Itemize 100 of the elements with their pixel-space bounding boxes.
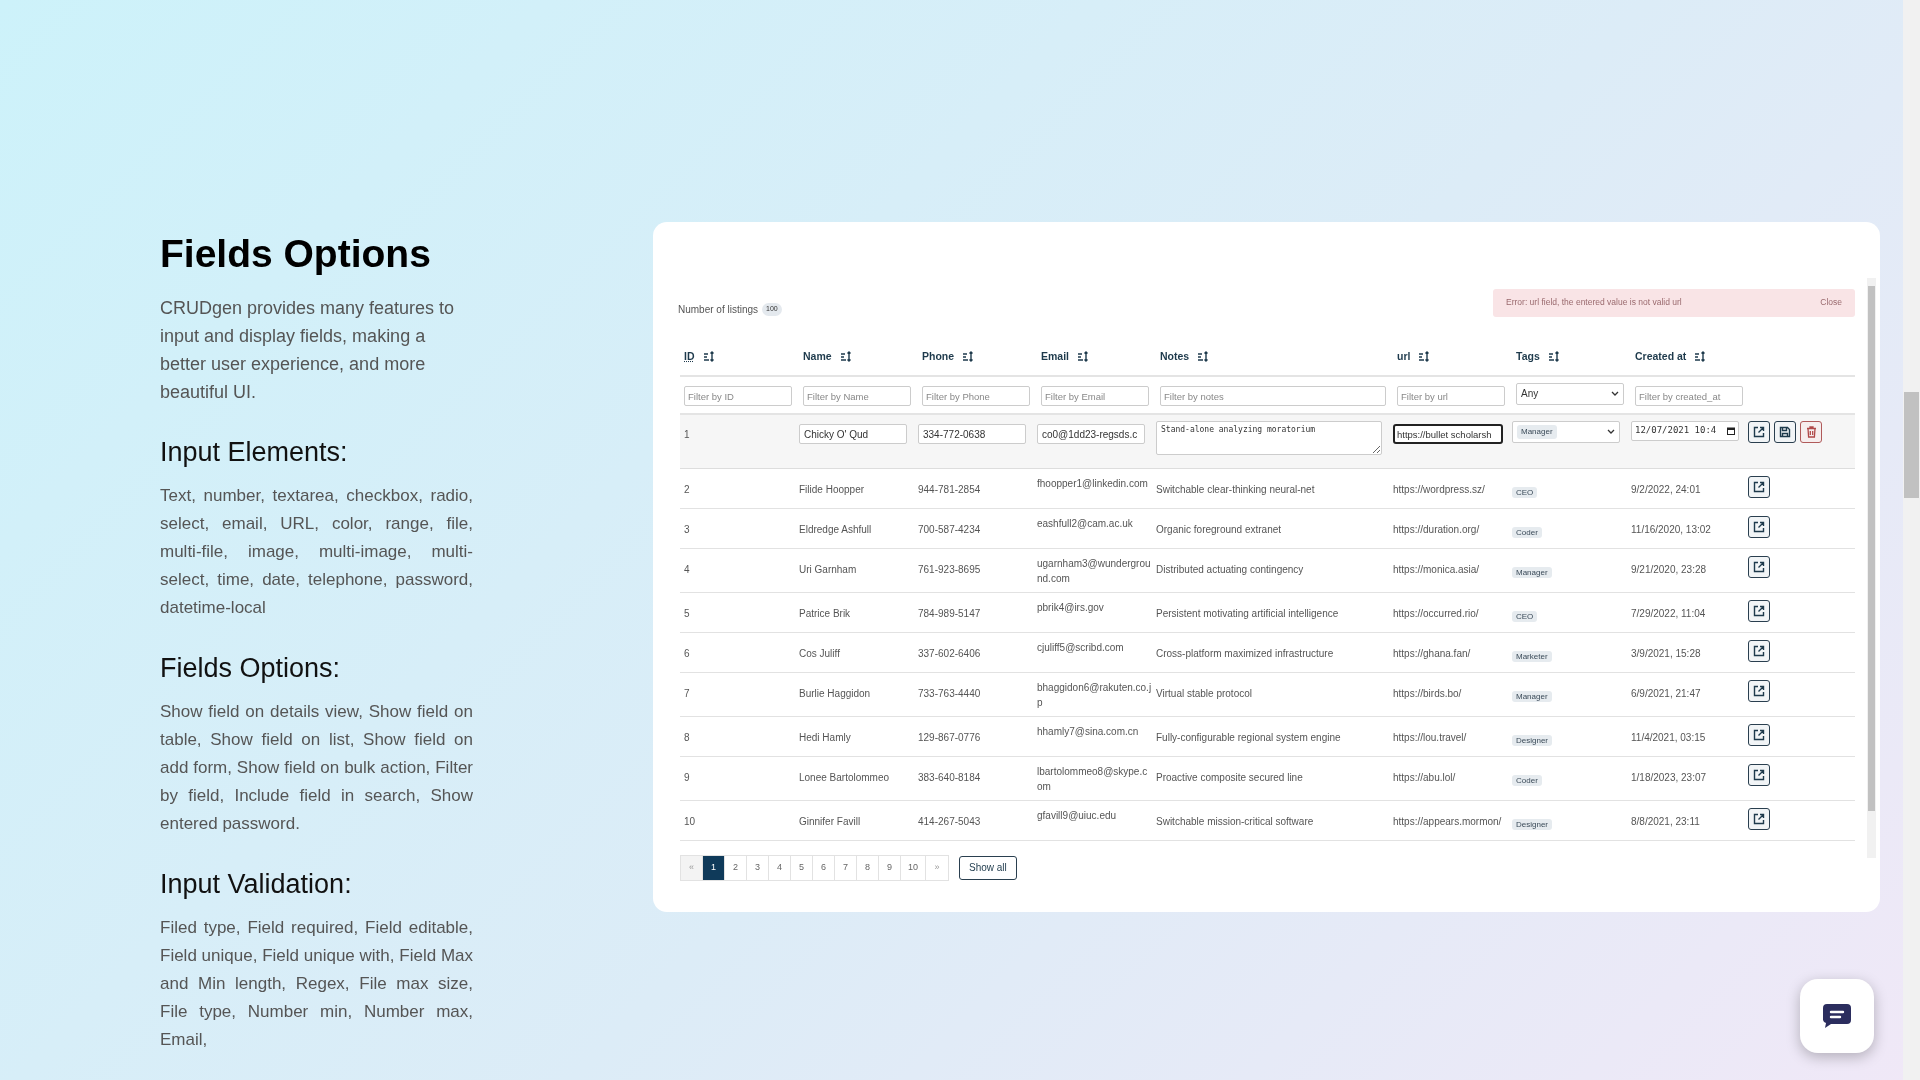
- column-header[interactable]: url: [1397, 349, 1411, 365]
- column-header[interactable]: Notes: [1160, 349, 1190, 365]
- open-button[interactable]: [1748, 475, 1770, 498]
- tags-filter-select[interactable]: Any: [1516, 382, 1624, 405]
- save-button[interactable]: [1774, 420, 1796, 443]
- name-cell: Hedi Hamly: [799, 731, 851, 743]
- email-cell-text: gfavill9@uiuc.edu: [1037, 808, 1118, 823]
- open-button[interactable]: [1748, 763, 1770, 786]
- sort-icon[interactable]: [839, 351, 852, 363]
- delete-button[interactable]: [1800, 420, 1822, 443]
- filter-field[interactable]: Filter by created_at: [1635, 386, 1743, 407]
- notes-cell: Cross-platform maximized infrastructure: [1156, 647, 1334, 659]
- sort-icon[interactable]: [1077, 351, 1089, 363]
- open-button[interactable]: [1748, 723, 1770, 746]
- tag-badge: Manager: [1512, 566, 1552, 578]
- tag-select[interactable]: Manager: [1512, 420, 1620, 443]
- filter-field[interactable]: Filter by Email: [1041, 386, 1149, 407]
- id-cell: 10: [684, 815, 696, 827]
- scrollbar[interactable]: [1867, 278, 1876, 858]
- email-cell-text: hhamly7@sina.com.cn: [1037, 724, 1140, 739]
- date-cell: 8/8/2021, 23:11: [1631, 815, 1700, 827]
- column-header[interactable]: Created at: [1635, 349, 1687, 365]
- show-all-button[interactable]: Show all: [959, 855, 1017, 880]
- column-header[interactable]: Name: [803, 349, 832, 365]
- page-button[interactable]: 1: [703, 855, 725, 880]
- open-button[interactable]: [1748, 679, 1770, 702]
- chat-button[interactable]: [1800, 979, 1874, 1053]
- phone-cell: 700-587-4234: [918, 523, 981, 535]
- page-title: Fields Options: [160, 231, 432, 277]
- filter-field[interactable]: Filter by Phone: [922, 386, 1030, 407]
- external-link-icon: [1753, 425, 1765, 438]
- external-link-icon: [1753, 684, 1765, 697]
- chevron-down-icon: [1611, 390, 1619, 397]
- id-cell: 4: [684, 563, 690, 575]
- email-input[interactable]: co0@1dd23-regsds.c: [1037, 424, 1145, 445]
- date-cell: 11/16/2020, 13:02: [1631, 523, 1711, 535]
- url-cell: https://abu.lol/: [1393, 771, 1456, 783]
- date-cell: 6/9/2021, 21:47: [1631, 687, 1701, 699]
- name-cell: Burlie Haggidon: [799, 687, 871, 699]
- id-cell: 2: [684, 483, 690, 495]
- listing-count-label: Number of listings: [678, 303, 759, 317]
- email-cell-text: lbartolommeo8@skype.com: [1037, 764, 1149, 794]
- column-header[interactable]: ID: [684, 349, 695, 365]
- open-button[interactable]: [1748, 555, 1770, 578]
- date-cell: 11/4/2021, 03:15: [1631, 731, 1706, 743]
- filter-field[interactable]: Filter by url: [1397, 386, 1505, 407]
- open-button[interactable]: [1748, 420, 1770, 443]
- section-heading: Input Elements:: [160, 436, 349, 469]
- url-input[interactable]: https://bullet scholarsh: [1393, 424, 1503, 445]
- date-cell: 1/18/2023, 23:07: [1631, 771, 1707, 783]
- notes-cell: Persistent motivating artificial intelligence: [1156, 607, 1339, 619]
- filter-field[interactable]: Filter by Name: [803, 386, 911, 407]
- name-cell: Cos Juliff: [799, 647, 840, 659]
- id-cell: 5: [684, 607, 690, 619]
- open-button[interactable]: [1748, 515, 1770, 538]
- sort-icon[interactable]: [702, 351, 715, 363]
- phone-cell: 761-923-8695: [918, 563, 981, 575]
- error-message: Error: url field, the entered value is not valid url: [1506, 296, 1682, 309]
- filter-field[interactable]: Filter by ID: [684, 386, 792, 407]
- external-link-icon: [1753, 604, 1765, 617]
- open-button[interactable]: [1748, 639, 1770, 662]
- filter-field[interactable]: Filter by notes: [1160, 386, 1386, 407]
- tag-badge: Coder: [1512, 526, 1542, 538]
- intro-paragraph: CRUDgen provides many features to input and display fields, making a better user experience, and more beautiful UI.: [160, 297, 456, 404]
- sort-icon[interactable]: [1694, 351, 1707, 363]
- tag-badge: Manager: [1512, 690, 1552, 702]
- email-cell-text: bhaggidon6@rakuten.co.jp: [1037, 680, 1152, 710]
- email-cell-text: ugarnham3@wunderground.com: [1037, 556, 1152, 586]
- section-heading: Fields Options:: [160, 652, 342, 685]
- url-cell: https://occurred.rio/: [1393, 607, 1479, 619]
- notes-cell: Virtual stable protocol: [1156, 687, 1252, 699]
- sort-icon[interactable]: [962, 351, 975, 363]
- column-header[interactable]: Email: [1041, 349, 1069, 365]
- calendar-icon[interactable]: [1727, 426, 1735, 435]
- sort-icon[interactable]: [1418, 351, 1431, 363]
- close-link[interactable]: Close: [1820, 296, 1842, 309]
- date-cell: 9/21/2020, 23:28: [1631, 563, 1707, 575]
- phone-cell: 383-640-8184: [918, 771, 981, 783]
- notes-cell: Organic foreground extranet: [1156, 523, 1282, 535]
- phone-cell: 337-602-6406: [918, 647, 981, 659]
- external-link-icon: [1753, 644, 1765, 657]
- sort-icon[interactable]: [1197, 351, 1210, 363]
- column-header[interactable]: Tags: [1516, 349, 1540, 365]
- notes-textarea[interactable]: Stand-alone analyzing moratorium: [1156, 420, 1382, 455]
- name-cell: Filide Hoopper: [799, 483, 865, 495]
- date-cell: 9/2/2022, 24:01: [1631, 483, 1701, 495]
- column-header[interactable]: Phone: [922, 349, 955, 365]
- notes-cell: Distributed actuating contingency: [1156, 563, 1304, 575]
- phone-cell: 733-763-4440: [918, 687, 981, 699]
- page-scrollbar[interactable]: [1903, 0, 1920, 1080]
- tag-badge: Manager: [1517, 424, 1557, 439]
- name-input[interactable]: Chicky O' Qud: [799, 424, 907, 445]
- open-button[interactable]: [1748, 807, 1770, 830]
- phone-input[interactable]: 334-772-0638: [918, 424, 1026, 445]
- trash-icon: [1805, 425, 1817, 438]
- name-cell: Uri Garnham: [799, 563, 857, 575]
- date-input[interactable]: 12/07/2021 10:4: [1631, 420, 1739, 441]
- section-paragraph: Show field on details view, Show field on table, Show field on list, Show field on add form, Show field on bulk action, Filter by field, Include field in search, Show entered password.: [160, 701, 473, 835]
- open-button[interactable]: [1748, 599, 1770, 622]
- sort-icon[interactable]: [1547, 351, 1560, 363]
